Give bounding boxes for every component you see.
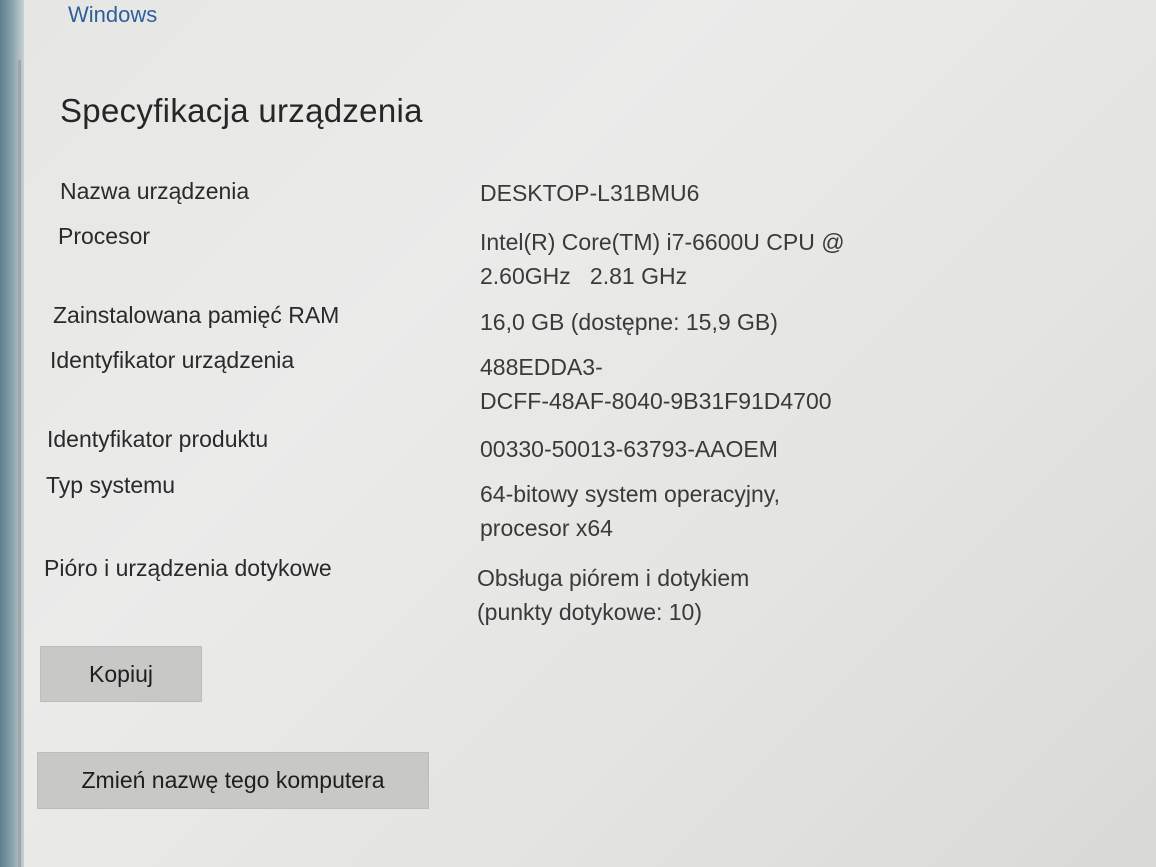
spec-value-line: (punkty dotykowe: 10) [477,599,703,625]
windows-specs-link[interactable]: Windows [68,2,157,28]
spec-value-line: Intel(R) Core(TM) i7-6600U CPU @ [480,229,845,255]
spec-label-processor: Procesor [58,223,151,249]
spec-value-pen-touch[interactable]: Obsługa piórem i dotykiem (punkty dotyko… [477,561,749,629]
spec-label-product-id: Identyfikator produktu [47,426,269,452]
spec-value-ram[interactable]: 16,0 GB (dostępne: 15,9 GB) [480,305,778,339]
spec-value-line: 488EDDA3- [480,354,603,380]
window-divider [18,60,21,867]
spec-value-line: 2.60GHz 2.81 GHz [480,263,688,289]
spec-label-system-type: Typ systemu [46,472,176,498]
copy-button-label: Kopiuj [89,660,153,687]
spec-label-pen-touch: Pióro i urządzenia dotykowe [44,555,332,581]
spec-value-device-id[interactable]: 488EDDA3- DCFF-48AF-8040-9B31F91D4700 [480,350,832,418]
spec-value-line: 64-bitowy system operacyjny, [480,481,780,507]
spec-value-line: 16,0 GB (dostępne: 15,9 GB) [480,309,778,335]
spec-label-device-id: Identyfikator urządzenia [50,347,295,373]
spec-value-line: Obsługa piórem i dotykiem [477,565,750,591]
spec-value-line: 00330-50013-63793-AAOEM [480,436,778,462]
spec-label-ram: Zainstalowana pamięć RAM [53,302,340,328]
spec-value-line: DCFF-48AF-8040-9B31F91D4700 [480,388,832,414]
spec-value-device-name[interactable]: DESKTOP-L31BMU6 [480,176,699,210]
spec-value-line: procesor x64 [480,515,613,541]
copy-button[interactable]: Kopiuj [40,646,202,702]
page-title: Specyfikacja urządzenia [60,92,423,129]
spec-value-system-type[interactable]: 64-bitowy system operacyjny, procesor x6… [480,477,780,545]
spec-value-processor[interactable]: Intel(R) Core(TM) i7-6600U CPU @ 2.60GHz… [480,225,845,293]
spec-value-line: DESKTOP-L31BMU6 [480,180,700,206]
spec-value-product-id[interactable]: 00330-50013-63793-AAOEM [480,432,778,466]
rename-computer-button-label: Zmień nazwę tego komputera [81,767,385,793]
rename-computer-button[interactable]: Zmień nazwę tego komputera [37,752,429,809]
spec-label-device-name: Nazwa urządzenia [60,178,250,204]
